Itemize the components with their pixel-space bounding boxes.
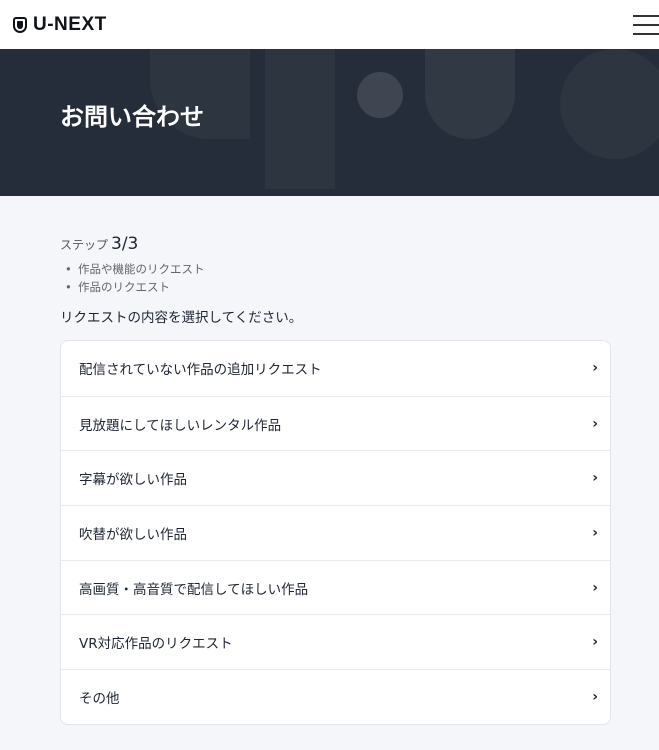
chevron-right-icon: ›: [592, 415, 598, 432]
option-item[interactable]: 見放題にしてほしいレンタル作品 ›: [61, 395, 610, 451]
option-item[interactable]: その他 ›: [61, 669, 610, 724]
step-indicator: ステップ 3/3: [60, 234, 139, 254]
hamburger-menu-icon[interactable]: [633, 14, 659, 35]
option-item[interactable]: 吹替が欲しい作品 ›: [61, 505, 610, 560]
chevron-right-icon: ›: [592, 579, 598, 596]
breadcrumb: 作品や機能のリクエスト 作品のリクエスト: [60, 260, 611, 296]
chevron-right-icon: ›: [592, 524, 598, 541]
chevron-right-icon: ›: [592, 634, 598, 651]
hero-banner: お問い合わせ: [0, 49, 659, 196]
page-title: お問い合わせ: [60, 103, 204, 131]
chevron-right-icon: ›: [592, 470, 598, 487]
option-item[interactable]: 配信されていない作品の追加リクエスト ›: [61, 341, 610, 396]
breadcrumb-item: 作品や機能のリクエスト: [60, 260, 611, 278]
logo-text: U-NEXT: [33, 13, 107, 35]
option-item[interactable]: 字幕が欲しい作品 ›: [61, 450, 610, 505]
breadcrumb-item: 作品のリクエスト: [60, 278, 611, 296]
logo[interactable]: U-NEXT: [13, 14, 107, 36]
chevron-right-icon: ›: [592, 360, 598, 377]
chevron-right-icon: ›: [592, 688, 598, 705]
option-item[interactable]: VR対応作品のリクエスト ›: [61, 614, 610, 669]
option-item[interactable]: 高画質・高音質で配信してほしい作品 ›: [61, 559, 610, 615]
shield-icon: [13, 16, 27, 33]
option-list: 配信されていない作品の追加リクエスト › 見放題にしてほしいレンタル作品 › 字幕が…: [60, 340, 611, 725]
header: U-NEXT: [0, 0, 659, 49]
instruction-text: リクエストの内容を選択してください。: [60, 310, 303, 326]
